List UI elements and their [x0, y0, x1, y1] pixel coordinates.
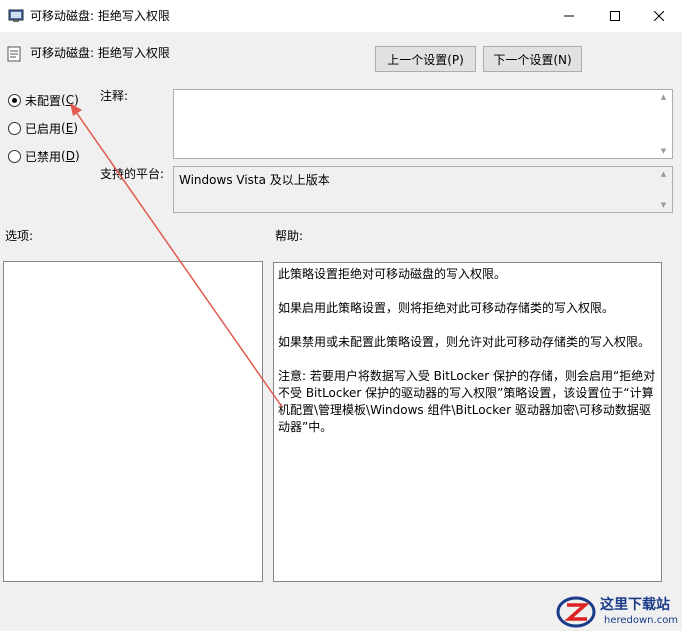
- radio-accel: E: [65, 121, 74, 135]
- maximize-icon: [610, 11, 620, 21]
- radio-disabled[interactable]: 已禁用(D): [8, 148, 80, 164]
- radio-unselected-icon: [8, 121, 21, 135]
- previous-setting-button[interactable]: 上一个设置(P): [375, 46, 476, 72]
- watermark-title: 这里下载站: [600, 597, 670, 613]
- next-setting-button[interactable]: 下一个设置(N): [483, 46, 582, 72]
- radio-selected-icon: [8, 93, 21, 107]
- minimize-button[interactable]: [546, 0, 592, 32]
- scroll-up-icon[interactable]: ▲: [661, 169, 666, 179]
- help-pane: 此策略设置拒绝对可移动磁盘的写入权限。 如果启用此策略设置，则将拒绝对此可移动存…: [273, 262, 662, 582]
- radio-label: 已禁用: [25, 149, 62, 164]
- title-bar: 可移动磁盘: 拒绝写入权限: [0, 0, 682, 32]
- scroll-down-icon[interactable]: ▼: [661, 200, 666, 210]
- setting-name: 可移动磁盘: 拒绝写入权限: [30, 46, 170, 60]
- radio-not-configured[interactable]: 未配置(C): [8, 92, 79, 108]
- close-button[interactable]: [636, 0, 682, 32]
- close-icon: [654, 11, 664, 21]
- window-title: 可移动磁盘: 拒绝写入权限: [30, 9, 170, 23]
- options-label: 选项:: [5, 229, 34, 243]
- comment-label: 注释:: [100, 89, 129, 103]
- options-pane: [3, 261, 263, 582]
- radio-enabled[interactable]: 已启用(E): [8, 120, 78, 136]
- radio-label: 已启用: [25, 121, 62, 136]
- minimize-icon: [564, 15, 574, 17]
- help-paragraph: 如果启用此策略设置，则将拒绝对此可移动存储类的写入权限。: [278, 301, 615, 315]
- help-paragraph: 如果禁用或未配置此策略设置，则允许对此可移动存储类的写入权限。: [278, 335, 651, 349]
- help-paragraph: 注意: 若要用户将数据写入受 BitLocker 保护的存储，则会启用“拒绝对不…: [278, 369, 656, 434]
- scroll-down-icon[interactable]: ▼: [661, 146, 666, 156]
- watermark-logo-icon: [556, 596, 596, 628]
- radio-accel: D: [65, 149, 75, 163]
- radio-label: 未配置: [25, 93, 62, 108]
- policy-setting-icon: [7, 46, 21, 62]
- platform-label: 支持的平台:: [100, 167, 165, 181]
- help-paragraph: 此策略设置拒绝对可移动磁盘的写入权限。: [278, 267, 507, 281]
- comment-scrollbar[interactable]: ▲ ▼: [656, 92, 671, 156]
- help-label: 帮助:: [275, 229, 304, 243]
- platform-scrollbar[interactable]: ▲ ▼: [656, 169, 671, 210]
- policy-app-icon: [8, 9, 24, 22]
- maximize-button[interactable]: [592, 0, 638, 32]
- radio-unselected-icon: [8, 149, 21, 163]
- platform-field: Windows Vista 及以上版本 ▲ ▼: [173, 166, 673, 213]
- platform-value: Windows Vista 及以上版本: [179, 173, 330, 187]
- radio-accel: C: [65, 93, 75, 107]
- watermark-url: heredown.com: [604, 615, 679, 626]
- scroll-up-icon[interactable]: ▲: [661, 92, 666, 102]
- comment-textarea[interactable]: ▲ ▼: [173, 89, 673, 159]
